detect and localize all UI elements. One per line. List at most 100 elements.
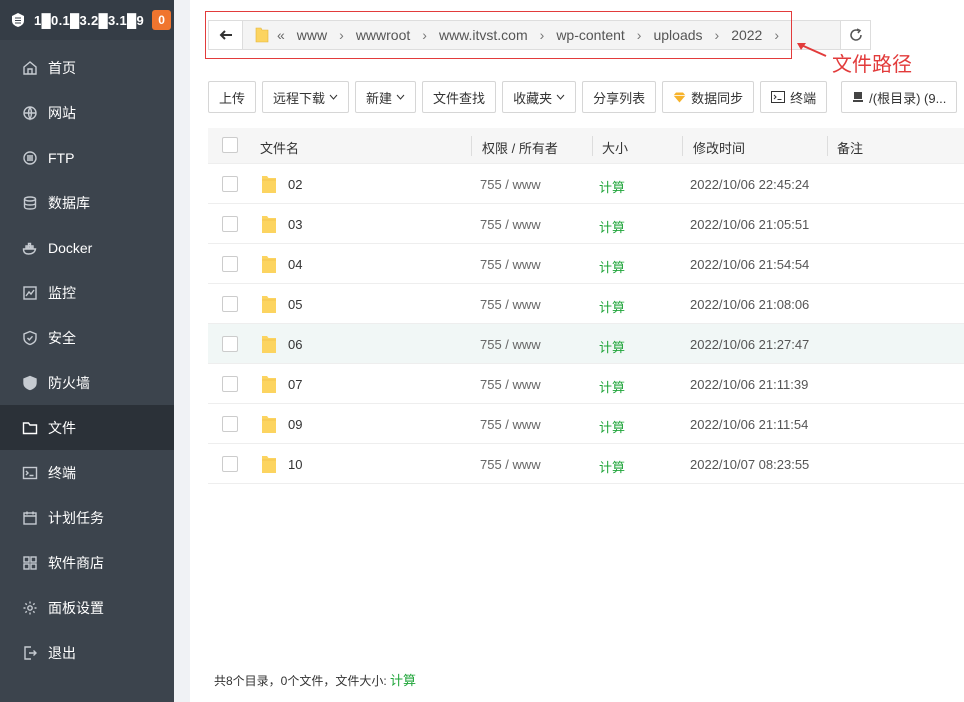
sidebar-item-13[interactable]: 退出 (0, 630, 174, 675)
column-divider (471, 136, 472, 156)
table-row[interactable]: 03 755 / www 计算 2022/10/06 21:05:51 (208, 204, 964, 244)
file-size-calc[interactable]: 计算 (599, 257, 625, 276)
breadcrumb-item[interactable]: uploads (653, 27, 702, 43)
breadcrumb: « www › wwwroot › www.itvst.com › wp-content › u… (243, 21, 861, 49)
table-row[interactable]: 06 755 / www 计算 2022/10/06 21:27:47 (208, 324, 964, 364)
table-row[interactable]: 02 755 / www 计算 2022/10/06 22:45:24 (208, 164, 964, 204)
breadcrumb-item[interactable]: 2022 (731, 27, 762, 43)
terminal-icon (22, 465, 38, 481)
sidebar-header: 1█0.1█3.2█3.1█9 0 (0, 0, 174, 40)
sidebar-item-0[interactable]: 首页 (0, 45, 174, 90)
breadcrumb-item[interactable]: wwwroot (356, 27, 410, 43)
row-checkbox[interactable] (222, 256, 238, 272)
file-permission[interactable]: 755 / www (480, 257, 541, 272)
sidebar-menu: 首页 网站 FTP 数据库 Docker 监控 安全 防火墙 文件 终端 计划任务 软件商店面板设置退… (0, 45, 174, 675)
breadcrumb-item[interactable]: wp-content (556, 27, 624, 43)
breadcrumb-item[interactable]: www (297, 27, 327, 43)
sidebar-item-label: 面板设置 (48, 599, 104, 616)
file-size-calc[interactable]: 计算 (599, 217, 625, 236)
row-checkbox[interactable] (222, 216, 238, 232)
col-mtime[interactable]: 修改时间 (693, 138, 745, 157)
file-name[interactable]: 10 (288, 457, 302, 472)
col-perm[interactable]: 权限 / 所有者 (482, 138, 558, 157)
table-row[interactable]: 05 755 / www 计算 2022/10/06 21:08:06 (208, 284, 964, 324)
refresh-button[interactable] (840, 20, 871, 50)
sidebar-item-11[interactable]: 软件商店 (0, 540, 174, 585)
new-button[interactable]: 新建 (355, 81, 417, 113)
sidebar-item-2[interactable]: FTP (0, 135, 174, 180)
row-checkbox[interactable] (222, 296, 238, 312)
sidebar-item-1[interactable]: 网站 (0, 90, 174, 135)
file-size-calc[interactable]: 计算 (599, 337, 625, 356)
upload-button[interactable]: 上传 (208, 81, 257, 113)
file-permission[interactable]: 755 / www (480, 457, 541, 472)
row-checkbox[interactable] (222, 176, 238, 192)
favorites-button[interactable]: 收藏夹 (502, 81, 577, 113)
folder-icon (262, 216, 276, 233)
sidebar-item-5[interactable]: 监控 (0, 270, 174, 315)
back-button[interactable] (209, 21, 243, 49)
sidebar: 1█0.1█3.2█3.1█9 0 首页 网站 FTP 数据库 Docker 监控 安全 防火… (0, 0, 174, 702)
row-checkbox[interactable] (222, 336, 238, 352)
col-name[interactable]: 文件名 (260, 138, 299, 157)
sidebar-item-8[interactable]: 文件 (0, 405, 174, 450)
remote-download-button[interactable]: 远程下载 (262, 81, 350, 113)
table-row[interactable]: 07 755 / www 计算 2022/10/06 21:11:39 (208, 364, 964, 404)
file-name[interactable]: 09 (288, 417, 302, 432)
file-mtime: 2022/10/07 08:23:55 (690, 457, 810, 472)
file-permission[interactable]: 755 / www (480, 377, 541, 392)
file-permission[interactable]: 755 / www (480, 177, 541, 192)
upload-label: 上传 (219, 90, 246, 106)
file-size-calc[interactable]: 计算 (599, 457, 625, 476)
data-sync-label: 数据同步 (691, 90, 744, 106)
col-size[interactable]: 大小 (602, 138, 628, 157)
sidebar-item-10[interactable]: 计划任务 (0, 495, 174, 540)
file-name[interactable]: 06 (288, 337, 302, 352)
footer-calc-link[interactable]: 计算 (390, 673, 416, 688)
file-name[interactable]: 04 (288, 257, 302, 272)
sidebar-item-3[interactable]: 数据库 (0, 180, 174, 225)
sidebar-item-6[interactable]: 安全 (0, 315, 174, 360)
file-name[interactable]: 05 (288, 297, 302, 312)
docker-icon (22, 240, 38, 256)
sidebar-item-label: FTP (48, 149, 75, 166)
file-mtime: 2022/10/06 21:11:39 (690, 377, 809, 392)
file-size-calc[interactable]: 计算 (599, 417, 625, 436)
file-permission[interactable]: 755 / www (480, 217, 541, 232)
file-permission[interactable]: 755 / www (480, 297, 541, 312)
table-row[interactable]: 09 755 / www 计算 2022/10/06 21:11:54 (208, 404, 964, 444)
notification-badge[interactable]: 0 (152, 10, 172, 30)
column-divider (682, 136, 683, 156)
file-size-calc[interactable]: 计算 (599, 177, 625, 196)
row-checkbox[interactable] (222, 456, 238, 472)
table-row[interactable]: 04 755 / www 计算 2022/10/06 21:54:54 (208, 244, 964, 284)
file-search-button[interactable]: 文件查找 (422, 81, 497, 113)
col-note: 备注 (837, 141, 864, 156)
sidebar-item-4[interactable]: Docker (0, 225, 174, 270)
file-name[interactable]: 07 (288, 377, 302, 392)
disk-button[interactable]: /(根目录) (9... (841, 81, 958, 113)
sidebar-item-12[interactable]: 面板设置 (0, 585, 174, 630)
server-ip: 1█0.1█3.2█3.1█9 (34, 12, 145, 28)
file-size-calc[interactable]: 计算 (599, 377, 625, 396)
file-name[interactable]: 02 (288, 177, 302, 192)
file-name[interactable]: 03 (288, 217, 302, 232)
share-list-button[interactable]: 分享列表 (582, 81, 657, 113)
sidebar-item-7[interactable]: 防火墙 (0, 360, 174, 405)
file-size-calc[interactable]: 计算 (599, 297, 625, 316)
terminal-button[interactable]: 终端 (760, 81, 828, 113)
breadcrumb-item[interactable]: www.itvst.com (439, 27, 528, 43)
annotation-arrow-icon (797, 43, 827, 57)
file-permission[interactable]: 755 / www (480, 337, 541, 352)
table-header: 文件名 权限 / 所有者 大小 修改时间 备注 (208, 128, 964, 164)
double-chevron-left-icon[interactable]: « (277, 27, 285, 43)
data-sync-button[interactable]: 数据同步 (662, 81, 755, 113)
sidebar-item-9[interactable]: 终端 (0, 450, 174, 495)
ftp-icon (22, 150, 38, 166)
select-all-checkbox[interactable] (222, 137, 238, 153)
file-permission[interactable]: 755 / www (480, 417, 541, 432)
chevron-right-icon: › (339, 27, 344, 43)
row-checkbox[interactable] (222, 416, 238, 432)
table-row[interactable]: 10 755 / www 计算 2022/10/07 08:23:55 (208, 444, 964, 484)
row-checkbox[interactable] (222, 376, 238, 392)
